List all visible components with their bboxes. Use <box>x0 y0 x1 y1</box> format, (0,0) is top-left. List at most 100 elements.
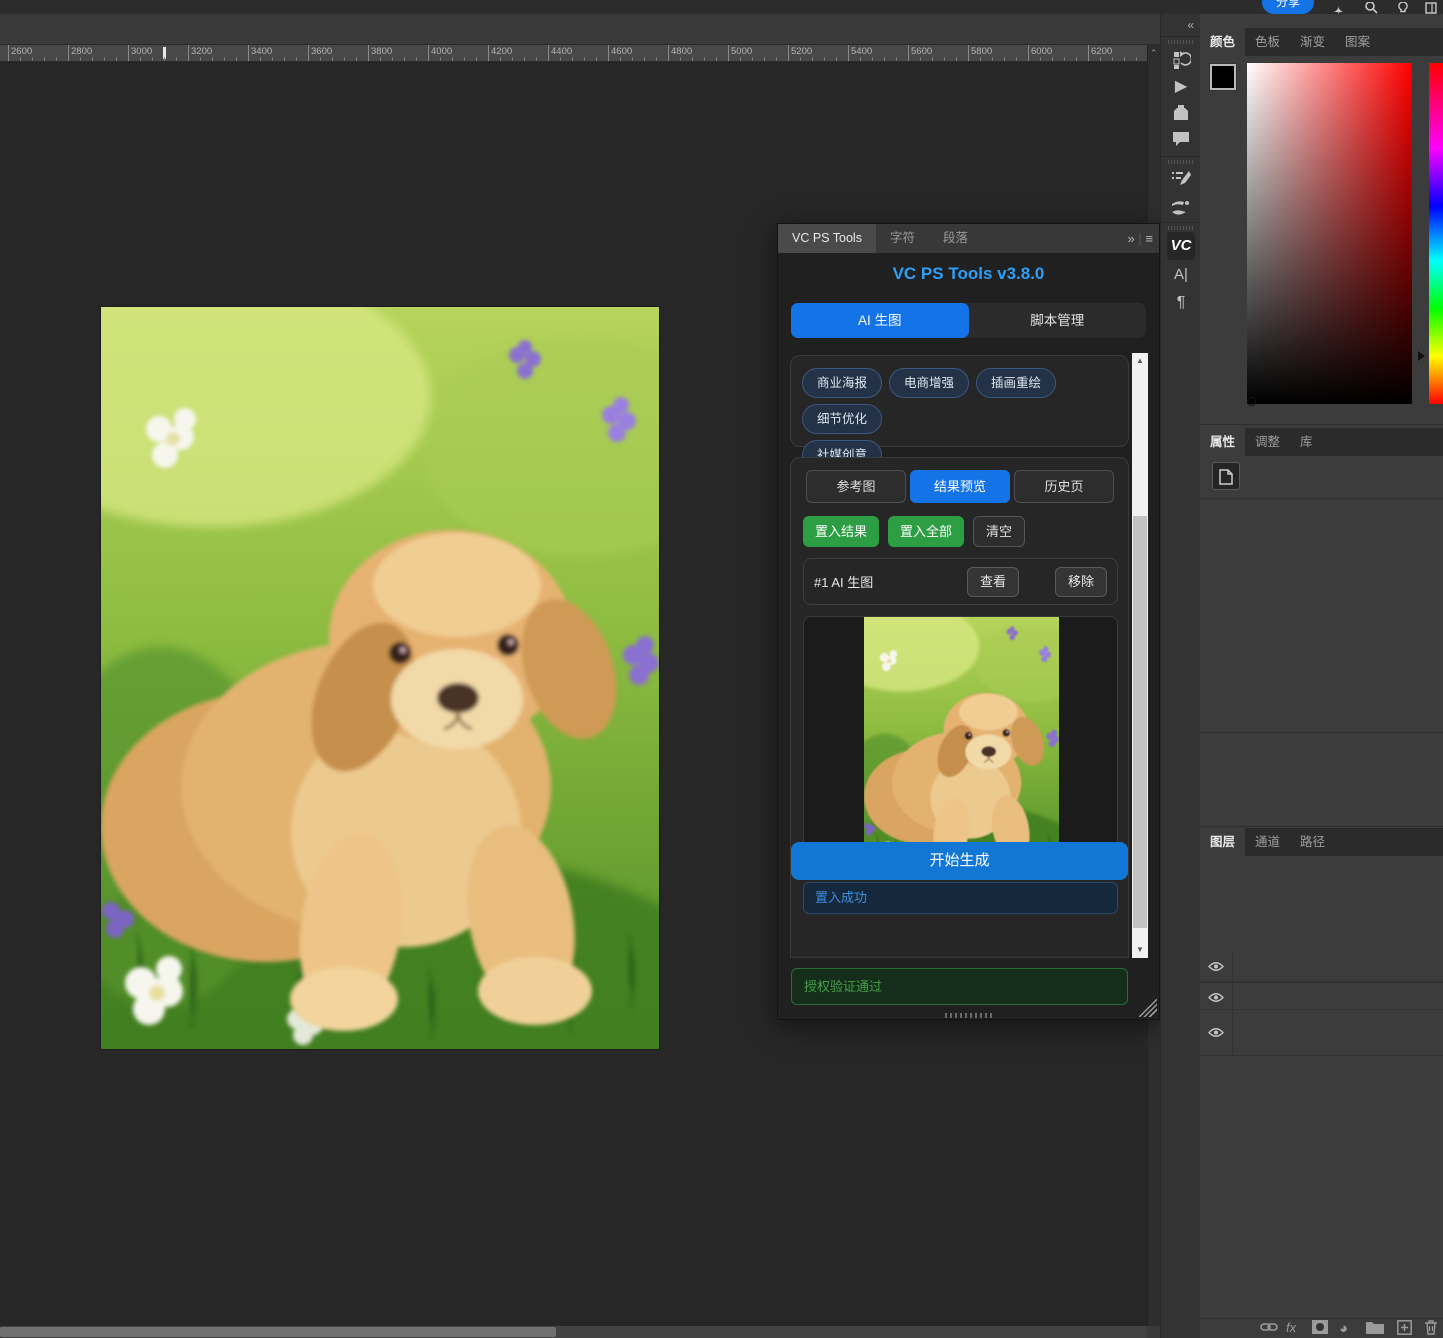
actions-panel-icon[interactable]: ▶ <box>1161 76 1201 96</box>
new-group-icon[interactable] <box>1366 1320 1384 1334</box>
document-image-puppy[interactable] <box>101 307 659 1049</box>
tab-history-page[interactable]: 历史页 <box>1014 470 1114 503</box>
panel-resize-grip[interactable] <box>1139 999 1157 1017</box>
tab-properties[interactable]: 属性 <box>1200 428 1245 456</box>
place-result-button[interactable]: 置入结果 <box>803 516 879 547</box>
layer-mask-icon[interactable] <box>1312 1320 1328 1334</box>
tab-label: 色板 <box>1255 35 1280 49</box>
tab-adjustments[interactable]: 调整 <box>1245 428 1290 456</box>
tab-channels[interactable]: 通道 <box>1245 828 1290 856</box>
search-icon[interactable] <box>1364 2 1378 14</box>
document-properties-icon[interactable] <box>1212 462 1240 490</box>
brushes-panel-icon[interactable] <box>1161 198 1201 218</box>
tab-script-manager[interactable]: 脚本管理 <box>969 303 1147 338</box>
panel-menu-icon[interactable]: ≡ <box>1145 231 1153 246</box>
link-layers-icon[interactable] <box>1260 1320 1278 1334</box>
tab-color[interactable]: 颜色 <box>1200 28 1245 56</box>
plugin-scrollbar[interactable]: ▲ ▼ <box>1132 353 1148 958</box>
workspace-icon[interactable] <box>1425 2 1437 14</box>
layer-row-artboard[interactable]: 画板 1 <box>1200 982 1443 1010</box>
tab-character[interactable]: 字符 <box>876 224 929 253</box>
tab-label: 段落 <box>943 231 968 245</box>
tab-label: 属性 <box>1210 435 1235 449</box>
color-picker-ring[interactable] <box>1247 397 1256 406</box>
hue-bar[interactable] <box>1429 63 1443 404</box>
share-button[interactable]: 分享 <box>1262 0 1314 14</box>
place-all-button[interactable]: 置入全部 <box>888 516 964 547</box>
tab-vc-ps-tools[interactable]: VC PS Tools <box>778 224 876 253</box>
preset-pill[interactable]: 插画重绘 <box>976 368 1056 398</box>
tab-label: 渐变 <box>1300 35 1325 49</box>
ruler-scale[interactable]: 2600280030003200340036003800400042004400… <box>0 45 1147 62</box>
tab-gradients[interactable]: 渐变 <box>1290 28 1335 56</box>
layer-effects-icon[interactable]: fx <box>1286 1320 1296 1335</box>
eye-icon[interactable] <box>1208 1027 1224 1038</box>
help-icon[interactable] <box>1398 2 1408 14</box>
panel-collapse-icon[interactable]: » <box>1128 231 1135 246</box>
tab-label: 历史页 <box>1044 479 1083 494</box>
foreground-color-swatch[interactable] <box>1210 64 1236 90</box>
generate-button[interactable]: 开始生成 <box>791 842 1128 880</box>
layers-bottom-toolbar: fx ◕ <box>1200 1318 1443 1338</box>
visibility-cell[interactable] <box>1200 952 1233 981</box>
ruler-label: 5400 <box>851 46 872 57</box>
new-layer-icon[interactable] <box>1397 1320 1412 1335</box>
tab-label: 颜色 <box>1210 35 1235 49</box>
preset-pill[interactable]: 电商增强 <box>889 368 969 398</box>
tab-label: 图案 <box>1345 35 1370 49</box>
eye-icon[interactable] <box>1208 961 1224 972</box>
panel-drag-grip[interactable] <box>945 1013 995 1018</box>
scroll-up-icon[interactable]: ⌃ <box>1150 48 1158 59</box>
visibility-cell[interactable] <box>1200 1010 1233 1055</box>
scroll-up-icon[interactable]: ▲ <box>1132 353 1148 369</box>
remove-button[interactable]: 移除 <box>1055 567 1107 597</box>
character-panel-icon[interactable]: A| <box>1161 266 1201 283</box>
clear-button[interactable]: 清空 <box>973 516 1025 547</box>
task-row: #1 AI 生图 已完成 查看 移除 <box>803 558 1118 605</box>
tab-patterns[interactable]: 图案 <box>1335 28 1380 56</box>
comments-panel-icon[interactable] <box>1161 130 1201 148</box>
layer-row-layer1[interactable]: 图层 1 <box>1200 1010 1443 1056</box>
delete-layer-icon[interactable] <box>1424 1320 1438 1335</box>
brush-settings-panel-icon[interactable] <box>1161 169 1201 189</box>
ruler-label: 3000 <box>131 46 152 57</box>
pill-label: 插画重绘 <box>991 376 1041 390</box>
libraries-panel-icon[interactable] <box>1161 104 1201 122</box>
tab-swatches[interactable]: 色板 <box>1245 28 1290 56</box>
ruler-label: 6000 <box>1031 46 1052 57</box>
foreground-background-swatches[interactable] <box>1210 64 1252 106</box>
result-thumbnail-puppy[interactable] <box>864 617 1059 871</box>
ruler-label: 5600 <box>911 46 932 57</box>
visibility-cell[interactable] <box>1200 983 1233 1009</box>
layer-row-background[interactable]: 背景 <box>1200 952 1443 982</box>
tab-layers[interactable]: 图层 <box>1200 828 1245 856</box>
collapse-dock-icon[interactable]: « <box>1187 18 1194 32</box>
plugin-scroll-thumb[interactable] <box>1133 516 1147 928</box>
tab-libraries[interactable]: 库 <box>1290 428 1323 456</box>
bell-icon[interactable] <box>1332 2 1345 14</box>
view-button[interactable]: 查看 <box>967 567 1019 597</box>
preset-pill[interactable]: 商业海报 <box>802 368 882 398</box>
scroll-down-icon[interactable]: ▼ <box>1132 942 1148 958</box>
tab-paragraph[interactable]: 段落 <box>929 224 982 253</box>
tab-paths[interactable]: 路径 <box>1290 828 1335 856</box>
color-spectrum[interactable] <box>1247 63 1412 404</box>
tab-label: 字符 <box>890 231 915 245</box>
ruler-label: 4400 <box>551 46 572 57</box>
ruler-label: 3200 <box>191 46 212 57</box>
canvas-horizontal-scrollbar[interactable] <box>0 1326 1147 1338</box>
ruler-label: 2800 <box>71 46 92 57</box>
eye-icon[interactable] <box>1208 992 1224 1003</box>
tab-reference-image[interactable]: 参考图 <box>806 470 906 503</box>
ruler-label: 5000 <box>731 46 752 57</box>
adjustment-layer-icon[interactable]: ◕ <box>1339 1320 1348 1337</box>
history-panel-icon[interactable] <box>1161 50 1201 70</box>
ruler-label: 3800 <box>371 46 392 57</box>
horizontal-scroll-thumb[interactable] <box>0 1327 556 1337</box>
tab-ai-generate[interactable]: AI 生图 <box>791 303 969 338</box>
tab-result-preview[interactable]: 结果预览 <box>910 470 1010 503</box>
preset-pill[interactable]: 细节优化 <box>802 404 882 434</box>
paragraph-panel-icon[interactable]: ¶ <box>1161 294 1201 312</box>
vc-plugin-panel-icon[interactable]: VC <box>1167 232 1195 260</box>
tab-label: 图层 <box>1210 835 1235 849</box>
